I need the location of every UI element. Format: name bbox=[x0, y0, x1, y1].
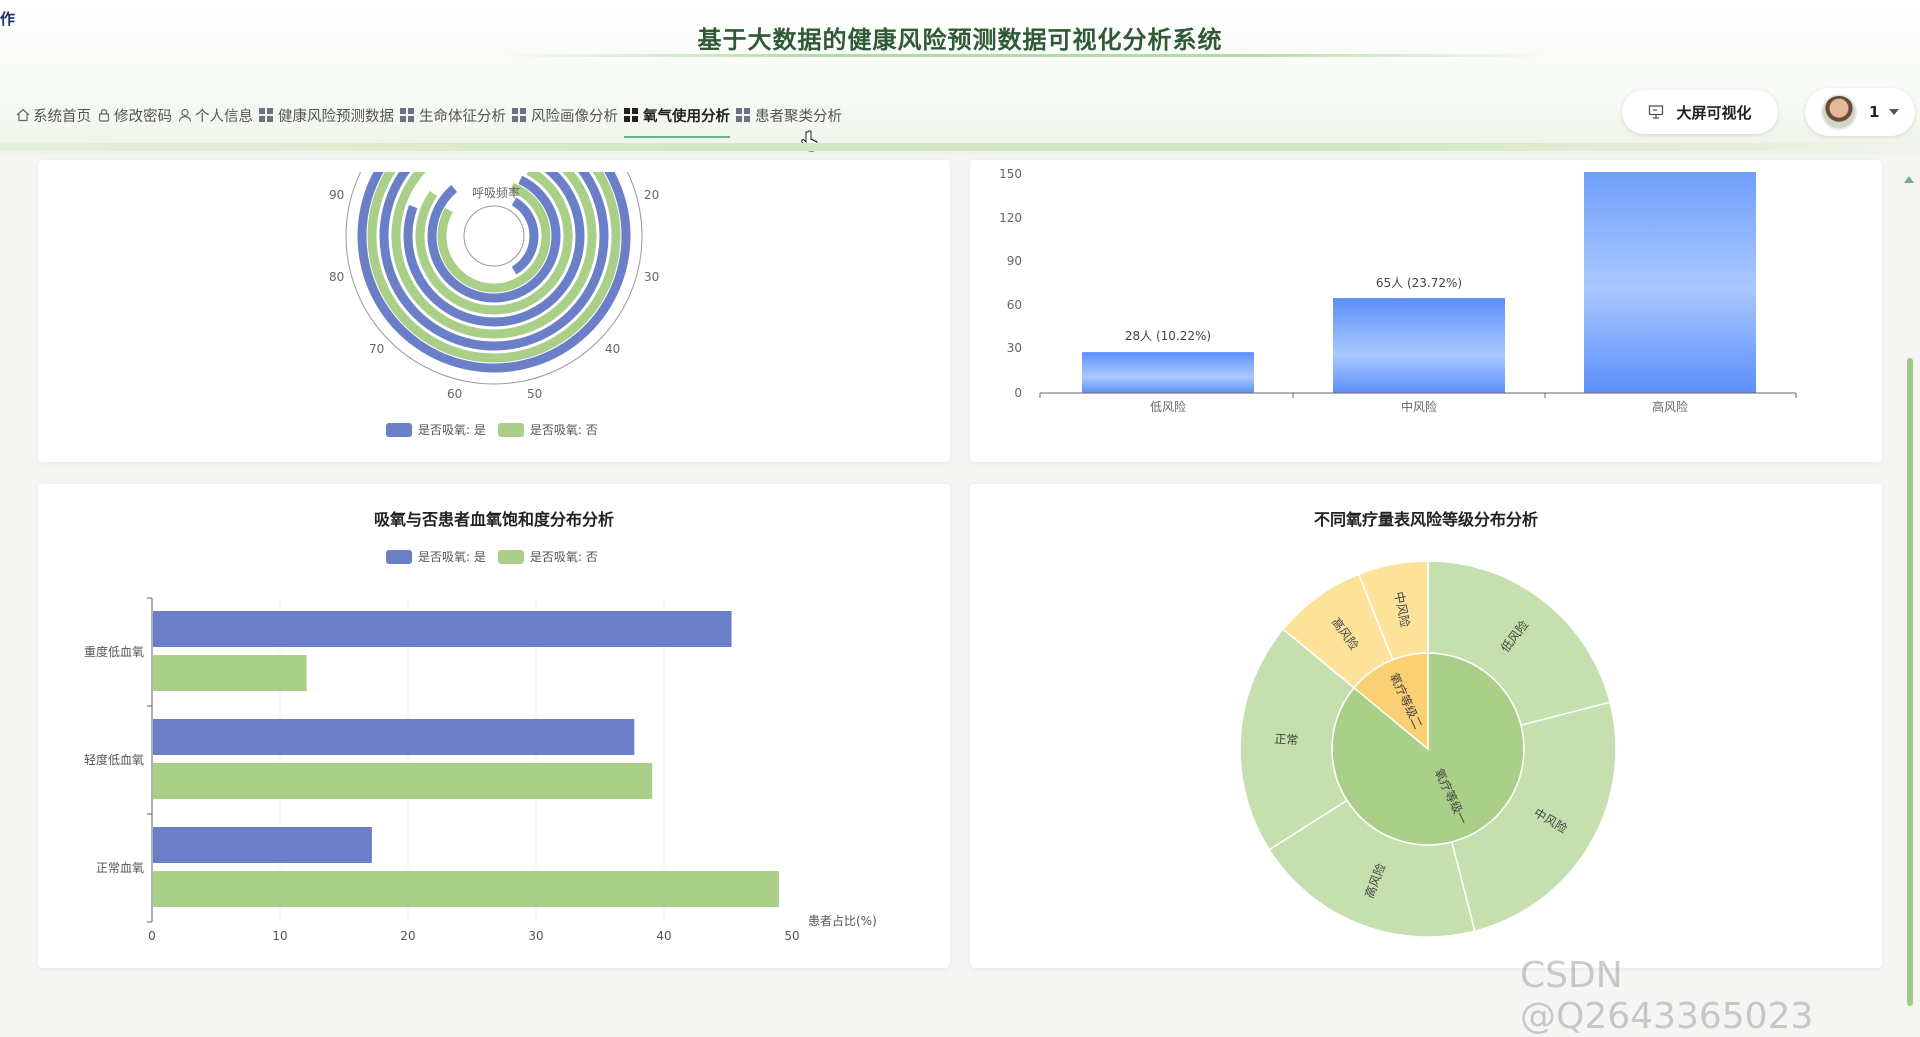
x-tick-label: 低风险 bbox=[1150, 399, 1186, 414]
avatar bbox=[1821, 94, 1857, 130]
spo2-plot bbox=[147, 597, 779, 923]
big-screen-label: 大屏可视化 bbox=[1676, 103, 1752, 122]
sunburst-label: 正常 bbox=[1274, 732, 1299, 747]
y-tick-label: 30 bbox=[1007, 341, 1022, 355]
main-content: 呼吸频率 90 80 70 60 50 40 30 20 是否吸氧: 是 是否吸… bbox=[0, 160, 1920, 1008]
user-icon bbox=[178, 108, 192, 122]
app-header: 作 基于大数据的健康风险预测数据可视化分析系统 系统首页 修改密码 个人信息 健… bbox=[0, 0, 1920, 155]
title-wrap: 基于大数据的健康风险预测数据可视化分析系统 bbox=[0, 0, 1920, 70]
grid-icon bbox=[736, 108, 750, 122]
legend-swatch bbox=[386, 422, 412, 437]
x-tick-label: 50 bbox=[784, 929, 799, 943]
watermark: CSDN @Q2643365023 bbox=[1520, 955, 1814, 1037]
y-tick-label: 0 bbox=[1014, 386, 1022, 400]
panel-spo2-chart: 吸氧与否患者血氧饱和度分布分析 是否吸氧: 是 是否吸氧: 否 重度低血氧 轻度… bbox=[38, 484, 950, 968]
x-tick-label: 中风险 bbox=[1401, 399, 1437, 414]
nav-item-label: 风险画像分析 bbox=[531, 108, 618, 125]
nav-item-label: 健康风险预测数据 bbox=[278, 108, 394, 125]
polar-tick-label: 30 bbox=[644, 270, 659, 284]
polar-tick-label: 60 bbox=[447, 387, 462, 401]
polar-tick-label: 80 bbox=[329, 270, 344, 284]
chevron-down-icon bbox=[1889, 109, 1900, 115]
sunburst-plot: 氧疗等级一氧疗等级二低风险中风险高风险正常高风险中风险 bbox=[1239, 560, 1617, 938]
bar[interactable] bbox=[153, 719, 635, 755]
sunburst-chart: 氧疗等级一氧疗等级二低风险中风险高风险正常高风险中风险 bbox=[1239, 560, 1617, 938]
nav-item-clustering[interactable]: 患者聚类分析 bbox=[736, 100, 842, 130]
x-tick-label: 10 bbox=[272, 929, 287, 943]
x-axis-label: 患者占比(%) bbox=[808, 913, 877, 928]
nav-item-prediction-data[interactable]: 健康风险预测数据 bbox=[259, 100, 394, 130]
panel-sunburst-chart: 不同氧疗量表风险等级分布分析 氧疗等级一 氧疗等级二 低风险 中风险 高风险 正常 高风险中… bbox=[970, 484, 1882, 968]
legend-label: 是否吸氧: 否 bbox=[529, 423, 598, 437]
presentation-icon bbox=[1649, 105, 1664, 119]
polar-center-label: 呼吸频率 bbox=[472, 185, 520, 200]
nav-item-label: 修改密码 bbox=[114, 108, 172, 125]
nav-item-profile[interactable]: 个人信息 bbox=[178, 100, 253, 130]
nav-item-label: 生命体征分析 bbox=[419, 108, 506, 125]
bar[interactable] bbox=[153, 655, 307, 691]
panel-risk-bar-chart: 150 120 90 60 30 0 28人 (10.22%) 65人 (23.… bbox=[970, 160, 1882, 462]
lock-icon bbox=[98, 108, 110, 122]
nav-item-label: 氧气使用分析 bbox=[643, 108, 730, 125]
polar-tick-label: 40 bbox=[605, 342, 620, 356]
panel-polar-chart: 呼吸频率 90 80 70 60 50 40 30 20 是否吸氧: 是 是否吸… bbox=[38, 160, 950, 462]
polar-tick-label: 90 bbox=[329, 188, 344, 202]
bar[interactable] bbox=[153, 763, 653, 799]
y-category-label: 正常血氧 bbox=[96, 861, 144, 875]
nav-item-password[interactable]: 修改密码 bbox=[97, 100, 172, 130]
bar[interactable] bbox=[1584, 160, 1756, 394]
user-name: 1 bbox=[1869, 103, 1880, 121]
nav-item-vital-signs[interactable]: 生命体征分析 bbox=[400, 100, 506, 130]
y-tick-label: 120 bbox=[999, 211, 1022, 225]
nav-item-risk-profile[interactable]: 风险画像分析 bbox=[512, 100, 618, 130]
scrollbar-thumb[interactable] bbox=[1907, 358, 1913, 1006]
grid-icon bbox=[512, 108, 526, 122]
y-tick-label: 150 bbox=[999, 167, 1022, 181]
y-tick-label: 90 bbox=[1007, 254, 1022, 268]
bar[interactable] bbox=[1333, 298, 1505, 393]
grid-icon bbox=[259, 108, 273, 122]
x-tick-label: 0 bbox=[148, 929, 156, 943]
user-menu[interactable]: 1 bbox=[1805, 88, 1915, 136]
x-tick-label: 30 bbox=[528, 929, 543, 943]
home-icon bbox=[16, 108, 30, 122]
legend-label: 是否吸氧: 是 bbox=[418, 423, 486, 437]
polar-inner-circle bbox=[463, 205, 525, 267]
polar-tick-label: 20 bbox=[644, 188, 659, 202]
bar-data-label: 28人 (10.22%) bbox=[1125, 329, 1211, 343]
bar[interactable] bbox=[153, 611, 732, 647]
legend-swatch bbox=[497, 422, 524, 437]
big-screen-button[interactable]: 大屏可视化 bbox=[1622, 90, 1778, 134]
y-category-label: 轻度低血氧 bbox=[84, 752, 144, 767]
legend-item[interactable]: 是否吸氧: 是 bbox=[386, 421, 486, 438]
grid-icon bbox=[624, 108, 638, 122]
x-tick-label: 40 bbox=[656, 929, 671, 943]
x-tick-label: 20 bbox=[400, 929, 415, 943]
nav-item-label: 个人信息 bbox=[195, 108, 253, 125]
bar[interactable] bbox=[1082, 352, 1254, 393]
spo2-bar-chart: 重度低血氧 轻度低血氧 正常血氧 0 10 20 30 40 50 患者占比(%… bbox=[84, 597, 877, 943]
legend-item[interactable]: 是否吸氧: 否 bbox=[497, 421, 598, 438]
nav-item-home[interactable]: 系统首页 bbox=[16, 100, 91, 130]
bar-data-label: 65人 (23.72%) bbox=[1376, 276, 1462, 290]
bar[interactable] bbox=[153, 871, 779, 907]
polar-tick-label: 70 bbox=[369, 342, 384, 356]
app-title: 基于大数据的健康风险预测数据可视化分析系统 bbox=[697, 26, 1223, 54]
polar-tick-label: 50 bbox=[527, 387, 542, 401]
grid-icon bbox=[400, 108, 414, 122]
y-tick-label: 60 bbox=[1007, 298, 1022, 312]
nav-item-label: 系统首页 bbox=[33, 108, 91, 125]
nav-item-oxygen-usage[interactable]: 氧气使用分析 bbox=[624, 100, 730, 138]
title-underline bbox=[500, 54, 1550, 57]
nav-item-label: 患者聚类分析 bbox=[755, 108, 842, 125]
risk-bar-chart: 150 120 90 60 30 0 28人 (10.22%) 65人 (23.… bbox=[999, 160, 1797, 414]
y-category-label: 重度低血氧 bbox=[84, 644, 144, 659]
x-tick-label: 高风险 bbox=[1652, 399, 1688, 414]
bar[interactable] bbox=[153, 827, 372, 863]
top-nav: 系统首页 修改密码 个人信息 健康风险预测数据 生命体征分析 风险画像分析 氧气… bbox=[16, 100, 848, 138]
scroll-up-icon[interactable] bbox=[1904, 176, 1914, 183]
polar-legend[interactable]: 是否吸氧: 是 是否吸氧: 否 bbox=[386, 421, 610, 438]
polar-chart: 呼吸频率 90 80 70 60 50 40 30 20 bbox=[329, 172, 659, 401]
nav-divider bbox=[0, 143, 1920, 151]
